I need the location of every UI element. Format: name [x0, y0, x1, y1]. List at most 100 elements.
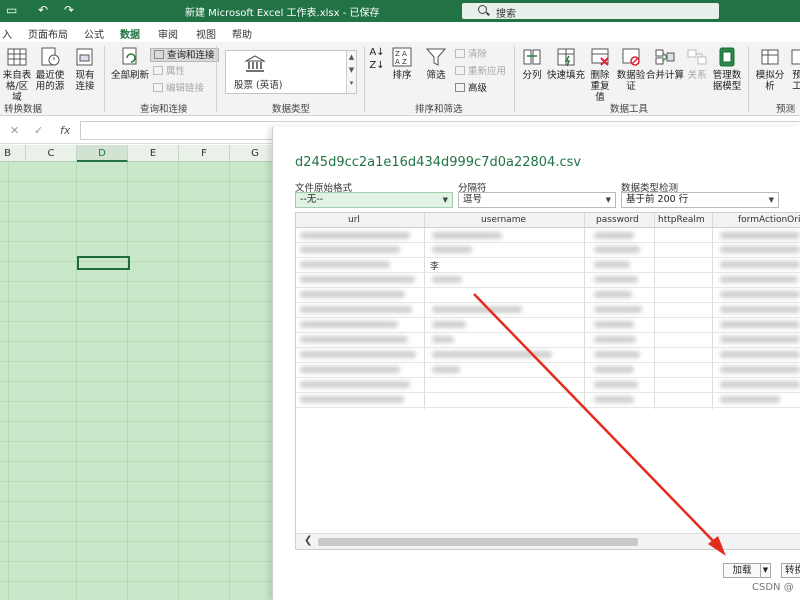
chevron-down-icon: ▼: [442, 196, 448, 204]
selected-cell[interactable]: [77, 256, 130, 270]
sort-button[interactable]: Z AA Z 排序: [390, 46, 414, 81]
bank-icon: [244, 55, 266, 72]
column-header-f[interactable]: F: [179, 145, 230, 162]
existing-connections-button[interactable]: 现有 连接: [72, 46, 98, 92]
reapply-icon: [455, 66, 465, 75]
clear-button[interactable]: 清除: [455, 48, 487, 62]
file-origin-dropdown[interactable]: --无-- ▼: [295, 192, 453, 208]
redacted-cell: [594, 351, 640, 358]
save-icon[interactable]: ▭: [6, 3, 17, 17]
properties-button[interactable]: 属性: [153, 65, 185, 79]
tab-review[interactable]: 审阅: [158, 26, 178, 41]
manage-data-model-button[interactable]: 管理数 据模型: [712, 46, 742, 92]
table-row: [296, 317, 800, 318]
refresh-all-button[interactable]: 全部刷新: [110, 46, 150, 81]
search-placeholder: 搜索: [496, 9, 516, 20]
what-if-analysis-button[interactable]: 模拟分析: [752, 46, 788, 92]
table-row: [296, 377, 800, 378]
forecast-icon: [791, 49, 800, 65]
detection-dropdown[interactable]: 基于前 200 行 ▼: [621, 192, 779, 208]
from-table-button[interactable]: 来自表 格/区域: [2, 46, 32, 103]
stocks-data-type[interactable]: 股票 (英语): [234, 77, 282, 91]
sort-ascending-button[interactable]: A↓ Z↓: [369, 46, 385, 72]
column-header-c[interactable]: C: [26, 145, 77, 162]
redacted-cell: [594, 306, 642, 313]
group-label-data-tools: 数据工具: [610, 104, 649, 115]
column-header-g[interactable]: G: [230, 145, 272, 162]
table-row: [296, 362, 800, 363]
load-options-button[interactable]: ▼: [760, 563, 771, 578]
watermark: CSDN @: [752, 582, 794, 593]
redacted-cell: [720, 366, 800, 373]
ribbon-separator: [364, 46, 365, 112]
transform-data-button[interactable]: 转换: [781, 563, 800, 578]
redo-icon[interactable]: ↷: [64, 3, 74, 17]
relationships-icon: [687, 49, 707, 65]
cancel-icon[interactable]: ✕: [10, 124, 19, 137]
table-icon: [7, 48, 27, 66]
gallery-scroll[interactable]: ▲ ▼ ▾: [346, 51, 356, 93]
flash-fill-button[interactable]: 快速填充: [546, 46, 586, 81]
advanced-button[interactable]: 高级: [455, 82, 487, 96]
text-to-columns-button[interactable]: 分列: [519, 46, 545, 81]
redacted-cell: [300, 321, 398, 328]
title-bar: ▭ ↶ ↷ 新建 Microsoft Excel 工作表.xlsx - 已保存 …: [0, 0, 800, 22]
consolidate-icon: [655, 49, 675, 65]
search-box[interactable]: 搜索: [462, 3, 719, 20]
consolidate-button[interactable]: 合并计算: [646, 46, 684, 81]
redacted-cell: [594, 232, 634, 239]
filter-button[interactable]: 筛选: [424, 46, 448, 81]
edit-links-button[interactable]: 编辑链接: [153, 82, 204, 96]
column-username: username: [481, 215, 526, 225]
column-header-e[interactable]: E: [128, 145, 179, 162]
relationships-button[interactable]: 关系: [684, 46, 710, 81]
scrollbar-thumb[interactable]: [318, 538, 638, 546]
remove-duplicates-button[interactable]: 删除 重复值: [586, 46, 614, 103]
ribbon: 来自表 格/区域 最近使 用的源 现有 连接 转换数据 全部刷新 查询和连接 属…: [0, 42, 800, 116]
table-row: [296, 332, 800, 333]
tab-insert[interactable]: 入: [2, 26, 12, 41]
table-row: [296, 302, 800, 303]
undo-icon[interactable]: ↶: [38, 3, 48, 17]
redacted-cell: [432, 366, 460, 373]
worksheet[interactable]: B C D E F G: [0, 145, 272, 600]
column-header-d[interactable]: D: [77, 145, 128, 162]
redacted-cell: [594, 381, 638, 388]
tab-page-layout[interactable]: 页面布局: [28, 26, 68, 41]
cell-grid[interactable]: [0, 162, 272, 600]
tab-formulas[interactable]: 公式: [84, 26, 104, 41]
reapply-button[interactable]: 重新应用: [455, 65, 506, 79]
recent-sources-button[interactable]: 最近使 用的源: [35, 46, 65, 92]
what-if-icon: [761, 49, 779, 65]
column-header-b[interactable]: B: [0, 145, 26, 162]
tab-view[interactable]: 视图: [196, 26, 216, 41]
forecast-sheet-button[interactable]: 预 工: [790, 46, 800, 92]
load-button[interactable]: 加载: [723, 563, 761, 578]
table-row: [296, 242, 800, 243]
svg-text:A Z: A Z: [395, 58, 407, 66]
table-row: [296, 407, 800, 408]
column-url: url: [348, 215, 360, 225]
data-preview[interactable]: url username password httpRealm formActi…: [295, 212, 800, 550]
redacted-cell: [594, 246, 640, 253]
queries-icon: [154, 50, 164, 59]
split-columns-icon: [523, 49, 541, 65]
data-type-gallery[interactable]: 股票 (英语) ▲ ▼ ▾: [225, 50, 357, 94]
redacted-cell: [720, 232, 800, 239]
scroll-left-icon[interactable]: ❮: [304, 535, 312, 546]
visible-cell-text: 李: [430, 262, 440, 272]
horizontal-scrollbar[interactable]: ❮: [296, 533, 800, 549]
column-password: password: [596, 215, 639, 225]
tab-help[interactable]: 帮助: [232, 26, 252, 41]
data-validation-button[interactable]: 数据验 证: [616, 46, 646, 92]
redacted-cell: [432, 321, 466, 328]
enter-icon[interactable]: ✓: [34, 124, 43, 137]
tab-data[interactable]: 数据: [120, 26, 140, 45]
fx-icon[interactable]: fx: [60, 124, 70, 137]
filter-icon: [425, 48, 447, 66]
redacted-cell: [720, 321, 800, 328]
queries-connections-button[interactable]: 查询和连接: [150, 48, 219, 62]
delimiter-dropdown[interactable]: 逗号 ▼: [458, 192, 616, 208]
redacted-cell: [300, 396, 404, 403]
redacted-cell: [720, 381, 800, 388]
